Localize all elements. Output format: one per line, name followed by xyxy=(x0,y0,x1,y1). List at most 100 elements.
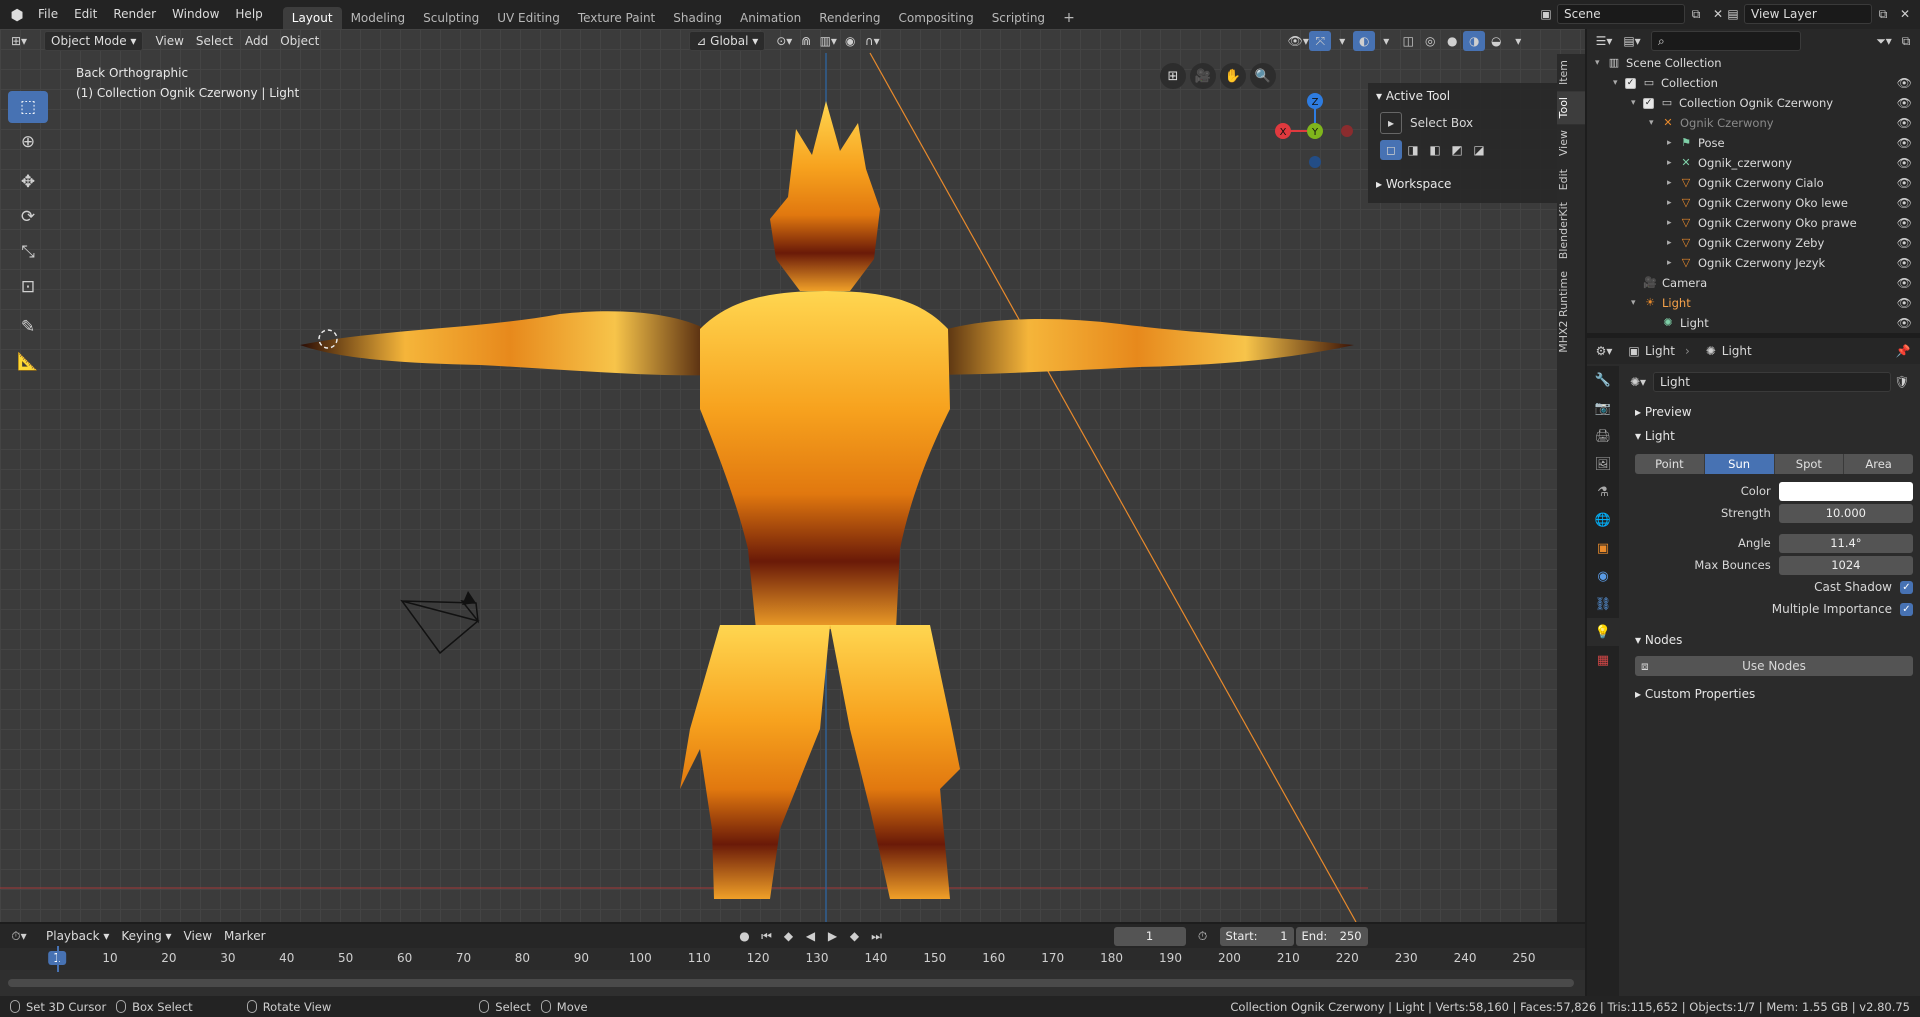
new-collection-icon[interactable]: ⧉ xyxy=(1895,31,1917,51)
tab-animation[interactable]: Animation xyxy=(731,7,810,29)
outliner-row[interactable]: ▸ ▽ Ognik Czerwony Oko lewe 👁 xyxy=(1587,193,1920,213)
properties-editor-type-icon[interactable]: ⚙▾ xyxy=(1593,341,1615,361)
physics-props-icon[interactable]: ◉ xyxy=(1587,562,1619,590)
tab-sculpting[interactable]: Sculpting xyxy=(414,7,488,29)
tab-shading[interactable]: Shading xyxy=(664,7,731,29)
visibility-eye-icon[interactable]: 👁 xyxy=(1897,293,1912,313)
light-section[interactable]: ▾ Light xyxy=(1627,424,1913,448)
workspace-header[interactable]: ▸ Workspace xyxy=(1368,171,1557,197)
axis-gizmo[interactable]: Z X Y xyxy=(1270,61,1360,171)
jump-start-icon[interactable]: ⏮ xyxy=(756,926,778,946)
outliner-row[interactable]: ▸ ▽ Ognik Czerwony Oko prawe 👁 xyxy=(1587,213,1920,233)
scene-props-icon[interactable]: ⚗ xyxy=(1587,478,1619,506)
expand-arrow-icon[interactable]: ▾ xyxy=(1595,53,1607,73)
timeline-view-menu[interactable]: View xyxy=(178,924,218,948)
side-tab-item[interactable]: Item xyxy=(1557,54,1585,91)
side-tab-blenderkit[interactable]: BlenderKit xyxy=(1557,196,1585,265)
current-frame-field[interactable]: 1 xyxy=(1113,926,1186,946)
constraints-props-icon[interactable]: ⛓ xyxy=(1587,590,1619,618)
world-props-icon[interactable]: 🌐 xyxy=(1587,506,1619,534)
pan-hand-icon[interactable]: ✋ xyxy=(1220,63,1246,89)
texture-props-icon[interactable]: ▦ xyxy=(1587,646,1619,674)
visibility-eye-icon[interactable]: 👁 xyxy=(1897,213,1912,233)
visibility-eye-icon[interactable]: 👁 xyxy=(1897,133,1912,153)
light-type-area[interactable]: Area xyxy=(1844,454,1913,474)
outliner-row[interactable]: ▸ ▽ Ognik Czerwony Cialo 👁 xyxy=(1587,173,1920,193)
expand-arrow-icon[interactable]: ▾ xyxy=(1613,73,1625,93)
outliner-row[interactable]: ▸ ▽ Ognik Czerwony Jezyk 👁 xyxy=(1587,253,1920,273)
light-type-sun[interactable]: Sun xyxy=(1704,454,1775,474)
exclude-checkbox[interactable]: ✓ xyxy=(1643,97,1654,109)
play-reverse-icon[interactable]: ◀ xyxy=(800,926,822,946)
marker-menu[interactable]: Marker xyxy=(218,924,271,948)
light-type-point[interactable]: Point xyxy=(1635,454,1705,474)
start-frame-field[interactable]: Start: 1 xyxy=(1219,926,1294,946)
visibility-eye-icon[interactable]: 👁 xyxy=(1897,273,1912,293)
tab-rendering[interactable]: Rendering xyxy=(810,7,889,29)
timeline-editor-type-icon[interactable]: ⏱▾ xyxy=(8,926,30,946)
datablock-browse-icon[interactable]: ✺▾ xyxy=(1627,372,1649,392)
expand-arrow-icon[interactable]: ▾ xyxy=(1631,93,1643,113)
new-scene-icon[interactable]: ⧉ xyxy=(1685,4,1707,24)
visibility-eye-icon[interactable]: 👁 xyxy=(1897,173,1912,193)
rendered-shading-icon[interactable]: ◒ xyxy=(1485,31,1507,51)
shading-menu-icon[interactable]: ▾ xyxy=(1507,31,1529,51)
3d-viewport[interactable]: ⊞▾ Object Mode ▾ View Select Add Object … xyxy=(0,29,1585,922)
timeline-ruler[interactable]: 1102030405060708090100110120130140150160… xyxy=(0,948,1585,970)
outliner-search[interactable]: ⌕ xyxy=(1651,31,1801,51)
visibility-eye-icon[interactable]: 👁 xyxy=(1897,153,1912,173)
active-tool-header[interactable]: ▾ Active Tool xyxy=(1368,83,1557,109)
play-icon[interactable]: ▶ xyxy=(822,926,844,946)
overlay-menu-icon[interactable]: ▾ xyxy=(1375,31,1397,51)
light-name-field[interactable]: Light xyxy=(1653,372,1891,392)
light-props-icon[interactable]: 💡 xyxy=(1587,618,1619,646)
pin-icon[interactable]: 📌 xyxy=(1892,341,1914,361)
fake-user-icon[interactable]: 🛡 xyxy=(1891,372,1913,392)
visibility-eye-icon[interactable]: 👁 xyxy=(1897,233,1912,253)
gizmo-neg-z-icon[interactable] xyxy=(1309,156,1321,168)
tab-uv-editing[interactable]: UV Editing xyxy=(488,7,569,29)
outliner-row[interactable]: ✺ Light 👁 xyxy=(1587,313,1920,333)
timeline-track[interactable] xyxy=(0,970,1585,996)
keying-menu[interactable]: Keying ▾ xyxy=(115,924,177,948)
scene-icon[interactable]: ▣ xyxy=(1535,4,1557,24)
outliner-row[interactable]: ▾ ✓ ▭ Collection 👁 xyxy=(1587,73,1920,93)
xray-icon[interactable]: ◫ xyxy=(1397,31,1419,51)
outliner-row[interactable]: ▸ ▽ Ognik Czerwony Zeby 👁 xyxy=(1587,233,1920,253)
visibility-eye-icon[interactable]: 👁 xyxy=(1897,253,1912,273)
tab-layout[interactable]: Layout xyxy=(282,7,342,29)
outliner-row[interactable]: ▸ ⚑ Pose 👁 xyxy=(1587,133,1920,153)
multiple-importance-checkbox[interactable]: ✓ xyxy=(1900,602,1913,616)
new-view-layer-icon[interactable]: ⧉ xyxy=(1872,4,1894,24)
visibility-eye-icon[interactable]: 👁 xyxy=(1897,93,1912,113)
playhead[interactable] xyxy=(57,946,59,972)
tab-scripting[interactable]: Scripting xyxy=(983,7,1054,29)
side-tab-edit[interactable]: Edit xyxy=(1557,163,1585,196)
max-bounces-field[interactable]: 1024 xyxy=(1778,555,1913,575)
outliner-row[interactable]: ▾ ▥ Scene Collection xyxy=(1587,53,1920,73)
material-shading-icon[interactable]: ◑ xyxy=(1463,31,1486,51)
menu-help[interactable]: Help xyxy=(227,0,270,29)
select-new-icon[interactable]: ◻ xyxy=(1380,140,1402,160)
render-props-icon[interactable]: 📷 xyxy=(1587,394,1619,422)
cast-shadow-checkbox[interactable]: ✓ xyxy=(1900,580,1913,594)
custom-properties-section[interactable]: ▸ Custom Properties xyxy=(1627,682,1913,706)
side-tab-mhx2[interactable]: MHX2 Runtime xyxy=(1557,265,1585,359)
view-layer-field[interactable]: View Layer xyxy=(1744,4,1872,24)
select-invert-icon[interactable]: ◩ xyxy=(1446,140,1468,160)
outliner-editor-type-icon[interactable]: ☰▾ xyxy=(1593,31,1615,51)
angle-field[interactable]: 11.4° xyxy=(1778,533,1913,553)
select-intersect-icon[interactable]: ◪ xyxy=(1468,140,1490,160)
preview-range-icon[interactable]: ⏱ xyxy=(1192,926,1214,946)
tool-props-icon[interactable]: 🔧 xyxy=(1587,366,1619,394)
prev-keyframe-icon[interactable]: ◆ xyxy=(778,926,800,946)
tab-texture-paint[interactable]: Texture Paint xyxy=(569,7,664,29)
visibility-eye-icon[interactable]: 👁 xyxy=(1897,113,1912,133)
display-mode-icon[interactable]: ▤▾ xyxy=(1621,31,1643,51)
outliner-row[interactable]: ▾ ✕ Ognik Czerwony 👁 xyxy=(1587,113,1920,133)
delete-view-layer-icon[interactable]: ✕ xyxy=(1894,4,1916,24)
visibility-eye-icon[interactable]: 👁 xyxy=(1897,193,1912,213)
menu-edit[interactable]: Edit xyxy=(66,0,105,29)
nodes-section[interactable]: ▾ Nodes xyxy=(1627,628,1913,652)
timeline-scrollbar[interactable] xyxy=(8,979,1574,987)
